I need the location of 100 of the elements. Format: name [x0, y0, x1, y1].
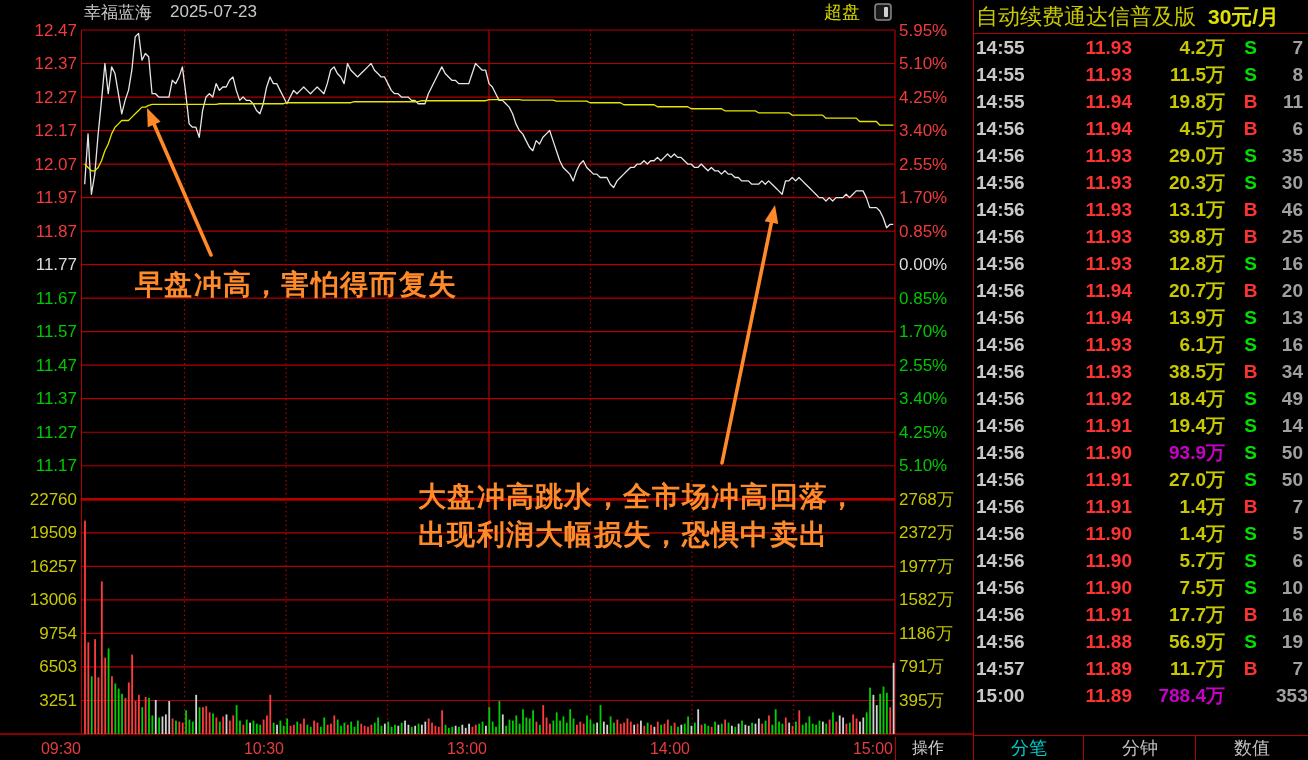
trade-count: 5: [1291, 522, 1303, 545]
trade-price: 11.94: [1084, 90, 1132, 113]
trade-amount: 93.9万: [1168, 440, 1225, 465]
price-axis-label: 11.77: [35, 255, 77, 275]
trade-count: 34: [1280, 360, 1303, 383]
trade-side: B: [1242, 198, 1259, 221]
trade-amount: 39.8万: [1168, 224, 1225, 249]
trade-count: 25: [1280, 225, 1303, 248]
trade-side: S: [1243, 414, 1258, 437]
trade-time: 14:56: [976, 225, 1026, 248]
trade-price: 11.89: [1084, 657, 1132, 680]
trade-count: 7: [1291, 657, 1303, 680]
trade-side: B: [1242, 90, 1259, 113]
mode-toggle[interactable]: 超盘: [824, 1, 860, 23]
trade-amount: 7.5万: [1178, 575, 1225, 600]
amount-axis-label: 395万: [899, 691, 945, 710]
trade-price: 11.93: [1084, 36, 1132, 59]
trade-time: 14:56: [976, 495, 1026, 518]
trade-time: 14:56: [976, 360, 1026, 383]
trade-side: B: [1242, 117, 1259, 140]
trade-amount: 20.7万: [1168, 278, 1225, 303]
volume-axis-label: 6503: [39, 657, 77, 677]
time-axis-label: 09:30: [40, 739, 81, 758]
percent-axis-label: 0.85%: [899, 288, 948, 308]
trade-time: 14:56: [976, 441, 1026, 464]
price-axis-label: 12.47: [34, 20, 77, 40]
trade-amount: 4.2万: [1178, 35, 1225, 60]
trade-time: 14:56: [976, 576, 1026, 599]
trade-count: 16: [1280, 333, 1303, 356]
sidebar-toggle-icon[interactable]: [874, 3, 892, 21]
price-axis-label: 12.27: [34, 87, 77, 107]
trade-price: 11.93: [1084, 198, 1132, 221]
trade-time: 14:56: [976, 117, 1026, 140]
trade-time: 14:55: [976, 36, 1026, 59]
trade-count: 46: [1280, 198, 1303, 221]
trade-price: 11.94: [1084, 279, 1132, 302]
trade-amount: 11.7万: [1169, 656, 1225, 681]
trade-price: 11.90: [1084, 549, 1132, 572]
trade-amount: 4.5万: [1178, 116, 1225, 141]
trade-side: B: [1242, 360, 1259, 383]
price-axis-label: 12.07: [34, 154, 77, 174]
trade-time: 14:56: [976, 279, 1026, 302]
volume-axis-label: 16257: [29, 556, 77, 576]
trade-side: B: [1242, 495, 1259, 518]
percent-axis-label: 5.10%: [899, 456, 948, 476]
trade-amount: 11.5万: [1169, 62, 1225, 87]
trade-price: 11.91: [1084, 603, 1132, 626]
trade-count: 6: [1291, 549, 1303, 572]
stock-name: 幸福蓝海: [84, 1, 152, 24]
percent-axis-label: 4.25%: [899, 87, 948, 107]
trade-time: 14:57: [976, 657, 1026, 680]
percent-axis-label: 3.40%: [899, 121, 948, 141]
trade-price: 11.93: [1084, 63, 1132, 86]
trade-price: 11.93: [1084, 252, 1132, 275]
trade-time: 14:56: [976, 144, 1026, 167]
trade-side: S: [1243, 576, 1258, 599]
trade-count: 7: [1291, 495, 1303, 518]
price-axis-label: 11.27: [35, 422, 77, 442]
trade-price: 11.93: [1084, 360, 1132, 383]
amount-axis-label: 1186万: [899, 623, 953, 643]
percent-axis-label: 1.70%: [899, 322, 948, 342]
trade-amount: 38.5万: [1168, 359, 1225, 384]
trade-time: 14:56: [976, 603, 1026, 626]
trade-price: 11.94: [1084, 306, 1132, 329]
percent-axis-label: 0.85%: [899, 221, 948, 241]
trade-amount: 13.1万: [1168, 197, 1225, 222]
trade-side: S: [1243, 630, 1258, 653]
trade-side: S: [1243, 171, 1258, 194]
percent-axis-label: 0.00%: [899, 255, 948, 275]
trade-count: 16: [1280, 252, 1303, 275]
trade-time: 14:56: [976, 522, 1026, 545]
trade-time: 14:56: [976, 468, 1026, 491]
trade-time: 14:56: [976, 549, 1026, 572]
trade-price: 11.92: [1084, 387, 1132, 410]
time-axis-label: 10:30: [243, 739, 284, 758]
trade-price: 11.94: [1084, 117, 1132, 140]
trade-side: B: [1242, 657, 1259, 680]
trade-time: 14:55: [976, 63, 1026, 86]
volume-axis-label: 22760: [29, 489, 77, 509]
trade-amount: 19.8万: [1168, 89, 1225, 114]
trade-side: S: [1243, 144, 1258, 167]
trade-side: S: [1243, 36, 1258, 59]
trade-side: B: [1242, 225, 1259, 248]
trade-side: S: [1243, 441, 1258, 464]
trade-count: 35: [1280, 144, 1303, 167]
price-axis-label: 11.87: [35, 221, 77, 241]
trade-side: S: [1243, 549, 1258, 572]
trade-time: 14:56: [976, 333, 1026, 356]
percent-axis-label: 4.25%: [899, 422, 948, 442]
price-axis-label: 11.47: [35, 355, 77, 375]
trade-side: B: [1242, 279, 1259, 302]
trade-count: 30: [1280, 171, 1303, 194]
trade-amount: 20.3万: [1168, 170, 1225, 195]
percent-axis-label: 5.95%: [899, 20, 948, 40]
percent-axis-label: 5.10%: [899, 54, 948, 73]
trade-side: S: [1243, 252, 1258, 275]
trade-time: 14:56: [976, 198, 1026, 221]
trade-time: 14:56: [976, 171, 1026, 194]
trade-amount: 6.1万: [1178, 332, 1225, 357]
trade-amount: 27.0万: [1168, 467, 1225, 492]
